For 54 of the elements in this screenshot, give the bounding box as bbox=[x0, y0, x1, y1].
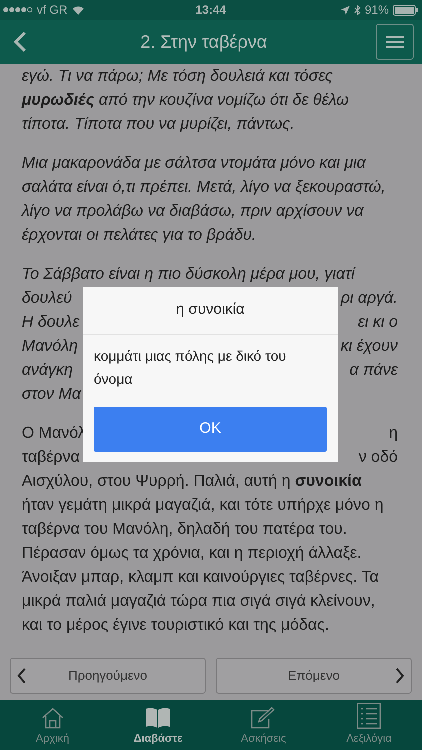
menu-icon bbox=[386, 35, 404, 49]
house-icon bbox=[42, 706, 64, 728]
wifi-icon bbox=[72, 5, 85, 15]
paragraph-line: Μια μακαρονάδα με σάλτσα ντομάτα μόνο και μια bbox=[22, 154, 368, 174]
carrier-name: vf GR bbox=[37, 2, 68, 19]
dialog-title: η συνοικία bbox=[83, 287, 338, 335]
paragraph-line: ταβέρνα του Μανόλη, δηλαδή του πατέρα του. bbox=[22, 520, 348, 540]
chevron-left-icon bbox=[13, 31, 27, 53]
text-fragment: δουλεύ bbox=[22, 289, 72, 309]
signal-icon bbox=[3, 7, 33, 13]
book-icon bbox=[145, 706, 172, 728]
paragraph-line: Αισχύλου, στου Ψυρρή. Παλιά, αυτή η συνοικία bbox=[22, 472, 363, 492]
bluetooth-icon bbox=[354, 4, 361, 16]
paragraph-line: λίγο να προλάβω να διαβάσω, πριν αρχίσουν να bbox=[22, 202, 365, 222]
text-fragment: ει κι ο bbox=[358, 313, 398, 333]
clock-time: 13:44 bbox=[194, 2, 228, 19]
paragraph-line: σαλάτα είναι ό,τι πρέπει. Μετά, λίγο να ξεκουραστώ, bbox=[22, 178, 387, 198]
text-fragment: η bbox=[389, 424, 398, 444]
paragraph-line: τίποτα. Τίποτα που να μυρίζει, πάντως. bbox=[22, 115, 296, 135]
text-fragment: ανάγκη bbox=[22, 361, 74, 381]
battery-icon bbox=[393, 4, 419, 16]
tab-bar-item[interactable]: Ασκήσεις bbox=[211, 700, 316, 750]
tab-bar-item[interactable]: Αρχική bbox=[0, 700, 106, 750]
text-fragment: κι έχουν bbox=[340, 337, 398, 357]
chevron-left-icon bbox=[17, 668, 27, 684]
pencil-square-icon bbox=[250, 706, 277, 728]
tab-bar-item[interactable]: Διαβάστε bbox=[106, 700, 211, 750]
list-icon bbox=[357, 702, 382, 728]
paragraph-line: ήταν γεμάτη μικρά μαγαζιά, και τότε υπήρχε μόνο η bbox=[22, 496, 385, 516]
location-arrow-icon bbox=[340, 6, 350, 14]
chevron-right-icon bbox=[395, 668, 405, 684]
paragraph-line: μυρωδιές από την κουζίνα νομίζω ότι δε θέλω bbox=[22, 91, 350, 111]
menu-button[interactable] bbox=[376, 24, 414, 60]
text-fragment: Μανόλη bbox=[22, 337, 78, 357]
previous-button[interactable]: Προηγούμενο bbox=[10, 658, 206, 694]
paragraph-line: και το μέρος έγινε τουριστικό και της μόδας. bbox=[22, 616, 330, 636]
paragraph-line: μικρά παλιά μαγαζιά τώρα πια σιγά σιγά κλείνουν, bbox=[22, 592, 376, 612]
text-fragment: α πάνε bbox=[350, 361, 398, 381]
battery-percent: 91% bbox=[364, 2, 389, 19]
text-fragment: ταβέρνα bbox=[22, 448, 80, 468]
screen-title: 2. Στην ταβέρνα bbox=[140, 30, 268, 54]
dialog-message: κομμάτι μιας πόλης με δικό του όνομα bbox=[93, 347, 288, 389]
paragraph-line: Πέρασαν όμως τα χρόνια, και η περιοχή άλλαξε. bbox=[22, 544, 363, 564]
next-button[interactable]: Επόμενο bbox=[216, 658, 412, 694]
text-fragment: Η δουλε bbox=[22, 313, 80, 333]
tab-bar-item[interactable]: Λεξιλόγια bbox=[316, 700, 422, 750]
text-fragment: ν οδό bbox=[358, 448, 398, 468]
text-fragment: στον Μα bbox=[22, 385, 82, 405]
text-fragment: ρι αργά. bbox=[340, 289, 398, 309]
paragraph-line: Το Σάββατο είναι η πιο δύσκολη μέρα μου, γιατί bbox=[22, 265, 358, 285]
paragraph-line: Άνοιξαν μπαρ, κλαμπ και καινούργιες ταβέρνες. Τα bbox=[22, 568, 380, 588]
ok-button[interactable]: OK bbox=[94, 407, 327, 452]
paragraph-line: εγώ. Τι να πάρω; Με τόση δουλειά και τόσες bbox=[22, 67, 334, 87]
paragraph-line: έρχονται οι πελάτες για το βράδυ. bbox=[22, 226, 258, 246]
